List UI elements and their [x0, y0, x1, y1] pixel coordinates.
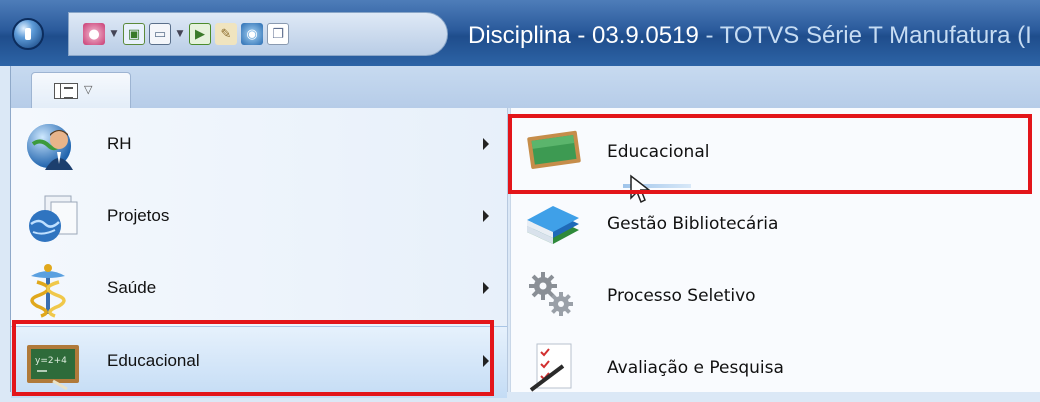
submenu-item-label: Gestão Bibliotecária: [607, 214, 779, 234]
ribbon-tab-strip: ▽: [10, 66, 1040, 108]
submenu-item-gestao-bibliotecaria[interactable]: Gestão Bibliotecária: [511, 186, 1040, 258]
window-title: Disciplina - 03.9.0519 - TOTVS Série T M…: [468, 22, 1032, 50]
rh-person-globe-icon: [23, 118, 83, 174]
menu-item-projetos[interactable]: Projetos: [11, 182, 507, 254]
educacional-submenu: Educacional Gestão Bibliotecária Process…: [510, 108, 1040, 392]
menu-item-label: Educacional: [107, 351, 200, 370]
title-bar: ● ▼ ▣ ▭ ▼ ▶ ✎ ◉ ❐ Disciplina - 03.9.0519…: [0, 0, 1040, 66]
submenu-item-label: Educacional: [607, 142, 710, 162]
view-options-tab[interactable]: ▽: [31, 72, 131, 108]
books-icon: [523, 196, 583, 248]
submenu-item-label: Avaliação e Pesquisa: [607, 358, 784, 378]
submenu-arrow-icon: [483, 355, 489, 367]
chevron-down-icon[interactable]: ▼: [109, 29, 119, 39]
saude-caduceus-icon: [23, 262, 83, 318]
document-title: Disciplina - 03.9.0519: [468, 22, 699, 49]
submenu-arrow-icon: [483, 210, 489, 222]
submenu-item-educacional[interactable]: Educacional: [511, 114, 1040, 204]
panel-layout-icon: [54, 83, 78, 99]
chalkboard-icon: [523, 124, 583, 176]
submenu-item-avaliacao-pesquisa[interactable]: Avaliação e Pesquisa: [511, 330, 1040, 402]
export-icon[interactable]: ▶: [189, 23, 211, 45]
globe-help-icon[interactable]: ◉: [241, 23, 263, 45]
submenu-item-label: Processo Seletivo: [607, 286, 756, 306]
menu-item-rh[interactable]: RH: [11, 110, 507, 182]
window-layout-icon[interactable]: ▭: [149, 23, 171, 45]
caret-down-icon: ▽: [84, 83, 93, 96]
quick-access-toolbar: ● ▼ ▣ ▭ ▼ ▶ ✎ ◉ ❐: [68, 12, 448, 56]
chevron-down-icon[interactable]: ▼: [175, 29, 185, 39]
menu-item-label: Saúde: [107, 278, 157, 297]
menu-item-label: RH: [107, 134, 132, 153]
tools-icon[interactable]: ✎: [215, 23, 237, 45]
application-title: - TOTVS Série T Manufatura (I: [698, 22, 1032, 49]
open-window-icon[interactable]: ▣: [123, 23, 145, 45]
submenu-arrow-icon: [483, 282, 489, 294]
menu-item-educacional[interactable]: y=2+4 Educacional: [11, 326, 507, 398]
svg-text:y=2+4: y=2+4: [35, 356, 67, 366]
menu-item-label: Projetos: [107, 206, 170, 225]
menu-item-saude[interactable]: Saúde: [11, 254, 507, 326]
copy-documents-icon[interactable]: ❐: [267, 23, 289, 45]
app-menu-orb-button[interactable]: [12, 18, 44, 50]
educacional-chalkboard-icon: y=2+4: [23, 335, 83, 391]
projetos-globe-docs-icon: [23, 190, 83, 246]
color-palette-icon[interactable]: ●: [83, 23, 105, 45]
checklist-pen-icon: [523, 340, 583, 392]
module-menu: RH Projetos Saúde y=2+4 Educacional: [10, 108, 508, 398]
submenu-item-processo-seletivo[interactable]: Processo Seletivo: [511, 258, 1040, 330]
gears-icon: [523, 268, 583, 320]
submenu-arrow-icon: [483, 138, 489, 150]
